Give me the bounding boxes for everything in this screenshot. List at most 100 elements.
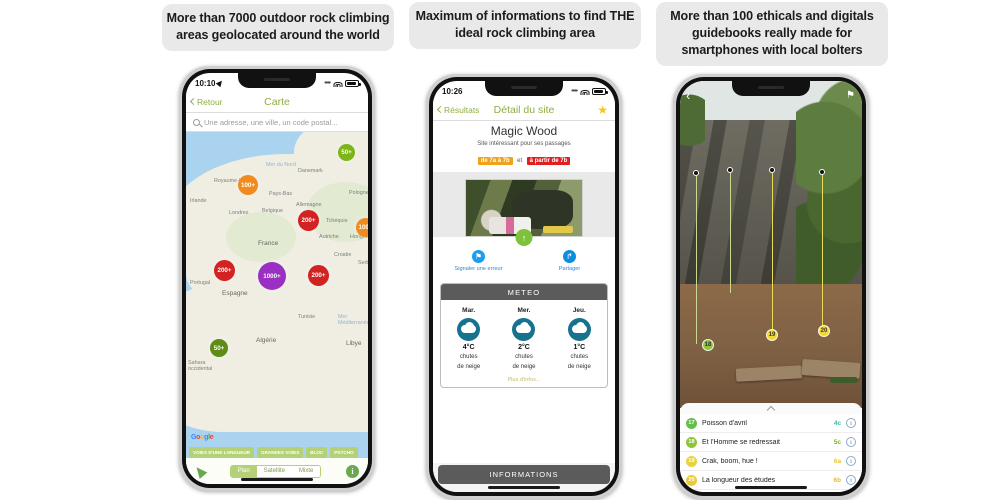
map-marker-cluster[interactable]: 100+	[238, 175, 258, 195]
info-button[interactable]: i	[346, 464, 359, 478]
panel-caption-1: More than 7000 outdoor rock climbing are…	[162, 4, 394, 51]
phone-screen-1: 10:10 •••• Retour Carte Une adresse, une…	[186, 73, 368, 484]
status-time-1: 10:10	[195, 78, 216, 88]
route-name: Poisson d'avril	[702, 419, 747, 427]
snow-cloud-icon	[512, 318, 536, 341]
filter-chip-row: VOIES D'UNE LONGUEUR GRANDES VOIES BLOC …	[186, 447, 368, 458]
locate-me-button[interactable]	[192, 463, 208, 479]
informations-button[interactable]: INFORMATIONS	[438, 465, 610, 484]
map-marker-cluster[interactable]: 50+	[210, 339, 228, 357]
weather-temp: 1°C	[573, 344, 586, 351]
search-bar[interactable]: Une adresse, une ville, un code postal..…	[186, 113, 368, 132]
back-button-1[interactable]: Retour	[189, 97, 223, 107]
map-canvas[interactable]: Royaume-Uni Irlande Londres Pays-Bas Bel…	[186, 132, 368, 484]
topo-back-icon[interactable]: ‹	[686, 89, 690, 102]
weather-more-link[interactable]: Plus d'infos...	[441, 374, 607, 387]
weather-day: Jeu. 1°C chutes de neige	[552, 307, 607, 371]
wifi-icon-1	[333, 80, 342, 87]
map-label-ireland: Irlande	[190, 198, 207, 204]
topo-foliage-right	[796, 81, 862, 304]
panel-site-detail: Maximum of informations to find THE idea…	[405, 0, 645, 500]
map-marker-cluster[interactable]: 1000+	[258, 262, 286, 290]
nav-bar-1: Retour Carte	[186, 91, 368, 113]
page-title-1: Carte	[264, 95, 290, 108]
phone-frame-2: 10:26 •••• Résultats Détail du site ★ Ma…	[426, 74, 622, 499]
anchor-icon	[727, 167, 733, 173]
route-line-19	[772, 173, 773, 333]
map-marker-cluster[interactable]: 200+	[308, 265, 329, 286]
weather-temp: 2°C	[518, 344, 530, 351]
map-type-mixte[interactable]: Mixte	[292, 465, 321, 477]
map-marker-cluster[interactable]: 200+	[214, 260, 235, 281]
route-line-17	[696, 176, 697, 344]
map-type-satellite[interactable]: Satellite	[256, 465, 293, 477]
route-name: La longueur des études	[702, 476, 776, 484]
route-list-item[interactable]: 18 Et l'Homme se redressait 5c i	[680, 433, 862, 452]
site-name: Magic Wood	[490, 124, 558, 138]
chevron-left-icon	[436, 105, 445, 114]
route-list-item[interactable]: 19 Crak, boom, hue ! 6a i	[680, 452, 862, 471]
panel-topo: More than 100 ethicals and digitals guid…	[652, 0, 892, 500]
speaker-icon	[264, 78, 290, 81]
filter-chip-bouldering[interactable]: BLOC	[306, 447, 328, 458]
phone-screen-3: 18 19 20 ‹ ⚑ 17 Poisson d'avril 4c i 18 …	[680, 81, 862, 492]
topo-route-number[interactable]: 20	[818, 325, 830, 337]
route-name: Et l'Homme se redressait	[702, 438, 780, 446]
weather-day: Mer. 2°C chutes de neige	[496, 307, 551, 371]
route-info-icon[interactable]: i	[846, 456, 856, 466]
map-type-segmented-control[interactable]: Plan Satellite Mixte	[229, 464, 322, 478]
map-marker-cluster[interactable]: 100+	[356, 218, 368, 237]
weather-desc-line1: chutes	[515, 354, 533, 360]
weather-desc-line1: chutes	[459, 354, 478, 360]
share-button[interactable]: ↱ Partager	[524, 250, 615, 272]
map-marker-cluster[interactable]: 50+	[338, 144, 355, 161]
filter-chip-single-pitch[interactable]: VOIES D'UNE LONGUEUR	[189, 447, 254, 458]
phone-frame-1: 10:10 •••• Retour Carte Une adresse, une…	[179, 66, 375, 491]
phone-screen-2: 10:26 •••• Résultats Détail du site ★ Ma…	[433, 81, 615, 492]
location-arrow-icon	[216, 78, 225, 88]
map-marker-cluster[interactable]: 200+	[298, 210, 319, 231]
route-number-badge: 18	[686, 436, 697, 448]
screenshot-stage: More than 7000 outdoor rock climbing are…	[0, 0, 1000, 500]
weather-days: Mar. 4°C chutes de neige Mer. 2°C chutes	[441, 300, 607, 374]
route-info-icon[interactable]: i	[846, 475, 856, 485]
weather-day-label: Jeu.	[572, 307, 586, 314]
phone-bezel-1: 10:10 •••• Retour Carte Une adresse, une…	[182, 69, 372, 488]
search-input[interactable]: Une adresse, une ville, un code postal..…	[204, 118, 337, 127]
topo-route-number[interactable]: 18	[702, 339, 714, 351]
weather-title: METEO	[441, 284, 607, 300]
route-line-20	[822, 175, 823, 328]
photo-upload-badge[interactable]: ↑	[515, 229, 533, 246]
snow-cloud-icon	[567, 318, 591, 341]
route-list-item[interactable]: 17 Poisson d'avril 4c i	[680, 414, 862, 433]
battery-icon-2	[592, 87, 608, 95]
route-info-icon[interactable]: i	[846, 437, 856, 447]
topo-route-number[interactable]: 19	[766, 329, 778, 341]
route-grade: 5c	[833, 438, 841, 446]
back-label-2: Résultats	[444, 104, 480, 115]
speaker-icon	[511, 86, 537, 89]
back-button-2[interactable]: Résultats	[436, 104, 480, 115]
report-error-button[interactable]: ⚑ Signaler une erreur	[433, 250, 524, 272]
page-title-2: Détail du site	[493, 103, 555, 116]
filter-chip-multi-pitch[interactable]: GRANDES VOIES	[257, 447, 304, 458]
anchor-icon	[819, 169, 825, 175]
route-grade: 6a	[833, 457, 841, 465]
route-info-icon[interactable]: i	[846, 418, 856, 428]
filter-chip-psicobloc[interactable]: PSYCHO	[330, 447, 358, 458]
anchor-icon	[769, 167, 775, 173]
report-error-label: Signaler une erreur	[454, 266, 503, 272]
topo-bolt-icon[interactable]: ⚑	[846, 90, 855, 101]
topo-photo[interactable]: 18 19 20 ‹ ⚑	[680, 81, 862, 408]
map-type-plan[interactable]: Plan	[230, 465, 257, 477]
weather-temp: 4°C	[462, 344, 475, 351]
map-label-sahara: Sahara occidental	[188, 360, 213, 372]
notch-3	[732, 81, 810, 96]
route-number-badge: 20	[686, 474, 697, 486]
grade-badge-secondary: à partir de 7b	[526, 157, 571, 165]
nav-bar-2: Résultats Détail du site ★	[433, 99, 615, 121]
signal-dots-icon-1: ••••	[324, 79, 331, 87]
route-list-handle[interactable]	[680, 403, 862, 415]
wifi-icon-2	[580, 88, 589, 95]
favorite-star-icon[interactable]: ★	[597, 104, 608, 116]
